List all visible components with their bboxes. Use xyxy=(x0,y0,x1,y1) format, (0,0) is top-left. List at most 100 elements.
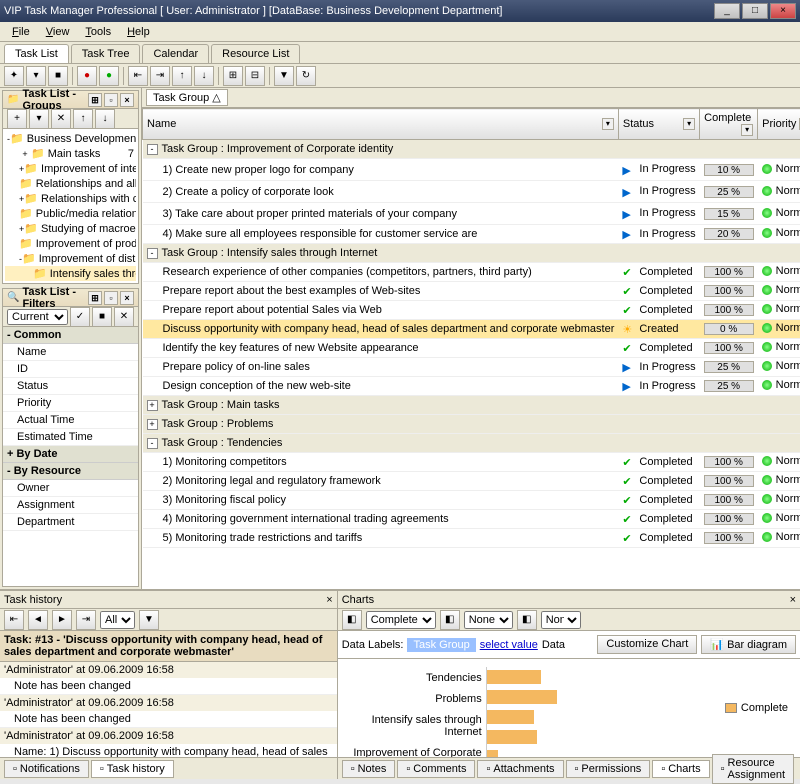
column-header[interactable]: Status▾ xyxy=(618,109,699,140)
task-group-box[interactable]: Task Group △ xyxy=(146,89,228,106)
tab-resource-list[interactable]: Resource List xyxy=(211,44,300,63)
task-row[interactable]: Prepare report about potential Sales via… xyxy=(143,301,800,320)
task-row[interactable]: Discuss opportunity with company head, h… xyxy=(143,320,800,339)
chart-field3-select[interactable]: None xyxy=(541,611,581,629)
chart-field2-select[interactable]: None xyxy=(464,611,513,629)
filter-item[interactable]: ID xyxy=(3,361,138,378)
tree-node[interactable]: 📁 Intensify sales through7 xyxy=(5,266,136,281)
hist-filter-select[interactable]: All xyxy=(100,611,135,629)
toolbar-move-left-icon[interactable]: ⇤ xyxy=(128,66,148,86)
column-header[interactable]: Complete▾ xyxy=(700,109,758,140)
tab-task-tree[interactable]: Task Tree xyxy=(71,44,141,63)
task-row[interactable]: 2) Create a policy of corporate look ▶ I… xyxy=(143,181,800,203)
task-row[interactable]: Design conception of the new web-site ▶ … xyxy=(143,377,800,396)
task-row[interactable]: 4) Make sure all employees responsible f… xyxy=(143,225,800,244)
menu-tools[interactable]: Tools xyxy=(77,24,119,40)
filter-item[interactable]: Status xyxy=(3,378,138,395)
history-entry[interactable]: 'Administrator' at 09.06.2009 16:58Note … xyxy=(0,662,337,695)
data-label-taskgroup[interactable]: Task Group xyxy=(407,638,475,652)
filter-group-bydate[interactable]: + By Date xyxy=(3,446,138,463)
hist-prev-icon[interactable]: ◄ xyxy=(28,610,48,630)
toolbar-refresh-icon[interactable]: ↻ xyxy=(296,66,316,86)
chart-opt2-icon[interactable]: ◧ xyxy=(440,610,460,630)
panel-expand-icon[interactable]: ⊞ xyxy=(88,291,102,305)
toolbar-save-icon[interactable]: ■ xyxy=(48,66,68,86)
group-row[interactable]: -Task Group : Tendencies xyxy=(143,434,800,453)
filter-group-common[interactable]: - Common xyxy=(3,327,138,344)
menu-view[interactable]: View xyxy=(38,24,78,40)
group-row[interactable]: -Task Group : Intensify sales through In… xyxy=(143,244,800,263)
filter-item[interactable]: Actual Time xyxy=(3,412,138,429)
panel-close-icon[interactable]: × xyxy=(120,291,134,305)
tree-add-icon[interactable]: + xyxy=(7,109,27,129)
chart-opt1-icon[interactable]: ◧ xyxy=(342,610,362,630)
toolbar-expand-icon[interactable]: ⊞ xyxy=(223,66,243,86)
tree-node[interactable]: 📁 Relationships and alliances0 xyxy=(5,176,136,191)
toolbar-filter-icon[interactable]: ▼ xyxy=(274,66,294,86)
toolbar-up-icon[interactable]: ↑ xyxy=(172,66,192,86)
tree-node[interactable]: -📁 Improvement of distribution0 xyxy=(5,251,136,266)
task-row[interactable]: 2) Monitoring legal and regulatory frame… xyxy=(143,472,800,491)
filter-item[interactable]: Name xyxy=(3,344,138,361)
tab-calendar[interactable]: Calendar xyxy=(142,44,209,63)
bottom-tab-notes[interactable]: ▫Notes xyxy=(342,760,396,778)
task-row[interactable]: Prepare policy of on-line sales ▶ In Pro… xyxy=(143,358,800,377)
bottom-tab-notifications[interactable]: ▫Notifications xyxy=(4,760,89,778)
close-button[interactable]: × xyxy=(770,3,796,19)
customize-chart-button[interactable]: Customize Chart xyxy=(597,635,697,654)
panel-expand-icon[interactable]: ⊞ xyxy=(88,93,102,107)
filter-item[interactable]: Assignment xyxy=(3,497,138,514)
filter-apply-icon[interactable]: ✓ xyxy=(70,307,90,327)
tree-drop-icon[interactable]: ▾ xyxy=(29,109,49,129)
filter-save-icon[interactable]: ■ xyxy=(92,307,112,327)
tab-task-list[interactable]: Task List xyxy=(4,44,69,63)
toolbar-move-right-icon[interactable]: ⇥ xyxy=(150,66,170,86)
bottom-tab-attachments[interactable]: ▫Attachments xyxy=(477,760,563,778)
task-row[interactable]: Identify the key features of new Website… xyxy=(143,339,800,358)
panel-pin-icon[interactable]: ▫ xyxy=(104,291,118,305)
hist-last-icon[interactable]: ⇥ xyxy=(76,610,96,630)
panel-close-icon[interactable]: × xyxy=(790,594,796,606)
toolbar-new-icon[interactable]: ✦ xyxy=(4,66,24,86)
task-row[interactable]: 5) Monitoring trade restrictions and tar… xyxy=(143,529,800,548)
panel-close-icon[interactable]: × xyxy=(120,93,134,107)
filter-clear-icon[interactable]: ✕ xyxy=(114,307,134,327)
toolbar-priority2-icon[interactable]: ● xyxy=(99,66,119,86)
maximize-button[interactable]: □ xyxy=(742,3,768,19)
menu-file[interactable]: File xyxy=(4,24,38,40)
column-dropdown-icon[interactable]: ▾ xyxy=(741,124,753,136)
tree-node[interactable]: +📁 Studying of macroeconomi0 xyxy=(5,221,136,236)
tree-up-icon[interactable]: ↑ xyxy=(73,109,93,129)
history-entry[interactable]: 'Administrator' at 09.06.2009 16:58Name:… xyxy=(0,728,337,757)
tree-node[interactable]: -📁 Business Development Dep.0 xyxy=(5,131,136,146)
panel-pin-icon[interactable]: ▫ xyxy=(104,93,118,107)
tree-node[interactable]: +📁 Improvement of internal op0 xyxy=(5,161,136,176)
tree-node[interactable]: +📁 Relationships with clients0 xyxy=(5,191,136,206)
task-row[interactable]: 4) Monitoring government international t… xyxy=(143,510,800,529)
task-grid[interactable]: Name▾Status▾Complete▾Priority▾Info▾Due D… xyxy=(142,108,800,589)
bottom-tab-permissions[interactable]: ▫Permissions xyxy=(566,760,651,778)
task-row[interactable]: Research experience of other companies (… xyxy=(143,263,800,282)
filter-preset-select[interactable]: Current xyxy=(7,309,68,325)
group-row[interactable]: +Task Group : Main tasks xyxy=(143,396,800,415)
hist-filter-icon[interactable]: ▼ xyxy=(139,610,159,630)
tree-node[interactable]: 📁 Improvement of production0 xyxy=(5,236,136,251)
data-label-select-value[interactable]: select value xyxy=(480,639,538,651)
task-row[interactable]: 3) Monitoring fiscal policy ✔ Completed … xyxy=(143,491,800,510)
toolbar-priority-icon[interactable]: ● xyxy=(77,66,97,86)
bottom-tab-resource-assignment[interactable]: ▫Resource Assignment xyxy=(712,754,794,784)
task-row[interactable]: 1) Monitoring competitors ✔ Completed 10… xyxy=(143,453,800,472)
filter-item[interactable]: Department xyxy=(3,514,138,531)
menu-help[interactable]: Help xyxy=(119,24,158,40)
bar-diagram-button[interactable]: 📊 Bar diagram xyxy=(701,635,796,654)
tree-node[interactable]: 📁 Public/media relations0 xyxy=(5,206,136,221)
filter-item[interactable]: Owner xyxy=(3,480,138,497)
toolbar-down-icon[interactable]: ↓ xyxy=(194,66,214,86)
task-row[interactable]: 3) Take care about proper printed materi… xyxy=(143,203,800,225)
chart-opt3-icon[interactable]: ◧ xyxy=(517,610,537,630)
filter-item[interactable]: Priority xyxy=(3,395,138,412)
task-row[interactable]: Prepare report about the best examples o… xyxy=(143,282,800,301)
group-row[interactable]: -Task Group : Improvement of Corporate i… xyxy=(143,140,800,159)
tree-down-icon[interactable]: ↓ xyxy=(95,109,115,129)
bottom-tab-charts[interactable]: ▫Charts xyxy=(652,760,709,778)
